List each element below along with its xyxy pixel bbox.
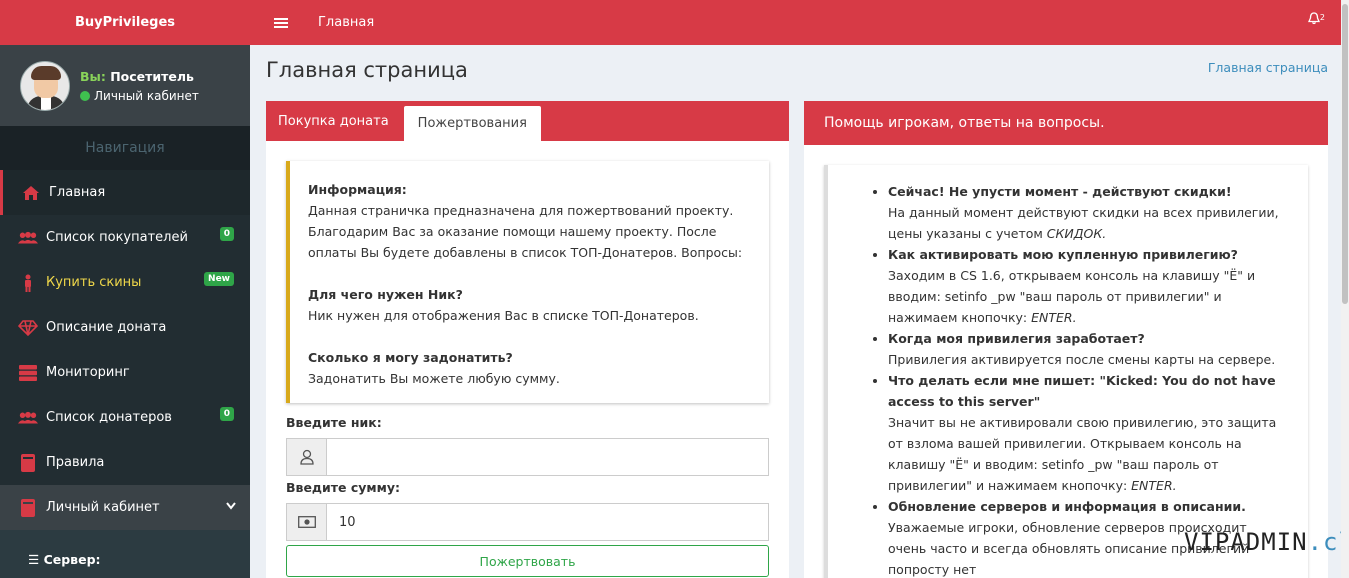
sub-server: ☰ Сервер:: [0, 530, 250, 578]
donate-button[interactable]: Пожертвовать: [286, 545, 769, 577]
user-panel: Вы: Посетитель Личный кабинет: [0, 45, 250, 126]
person-icon: [18, 274, 38, 292]
sidebar-item-rules[interactable]: Правила: [0, 440, 250, 485]
count-badge: 0: [219, 407, 234, 421]
user-cabinet-link[interactable]: Личный кабинет: [80, 89, 199, 103]
info-text: Данная страничка предназначена для пожер…: [308, 203, 743, 260]
faq-question: Сколько я могу задонатить?: [308, 350, 513, 365]
info-title: Информация:: [308, 182, 407, 197]
page-title: Главная страница: [266, 58, 468, 82]
brand-logo[interactable]: BuyPrivileges: [0, 0, 250, 45]
tab-donations[interactable]: Пожертвования: [403, 106, 541, 141]
sidebar-item-monitoring[interactable]: Мониторинг: [0, 350, 250, 395]
tab-buy-donate[interactable]: Покупка доната: [266, 101, 401, 141]
list-item: Когда моя привилегия заработает?Привилег…: [888, 328, 1288, 370]
list-item: Что делать если мне пишет: "Kicked: You …: [888, 370, 1288, 496]
nick-label: Введите ник:: [286, 415, 382, 430]
breadcrumb[interactable]: Главная страница: [1208, 60, 1328, 75]
list-item: Сейчас! Не упусти момент - действуют ски…: [888, 181, 1288, 244]
tab-bar: Покупка доната Пожертвования: [266, 101, 789, 141]
count-badge: 0: [219, 227, 234, 241]
bell-icon: [1307, 12, 1320, 25]
donation-box: Покупка доната Пожертвования Информация:…: [266, 101, 789, 578]
home-icon: [21, 185, 41, 201]
faq-answer: Ник нужен для отображения Вас в списке Т…: [308, 308, 699, 323]
info-callout: Информация: Данная страничка предназначе…: [286, 161, 769, 403]
new-badge: New: [204, 272, 234, 286]
online-status-icon: [80, 90, 90, 101]
top-title: Главная: [318, 15, 375, 30]
nav-header: Навигация: [0, 126, 250, 170]
chevron-down-icon: [226, 499, 236, 513]
server-icon: [18, 364, 38, 381]
sidebar-item-skins[interactable]: Купить скины New: [0, 260, 250, 305]
page-scrollbar[interactable]: [1341, 0, 1349, 578]
book-icon: [18, 498, 38, 517]
help-title: Помощь игрокам, ответы на вопросы.: [804, 101, 1328, 145]
sum-label: Введите сумму:: [286, 480, 400, 495]
users-icon: [18, 411, 38, 425]
sidebar: BuyPrivileges Вы: Посетитель Личный каби…: [0, 0, 250, 578]
server-list-icon: ☰: [28, 552, 40, 567]
faq-panel: Сейчас! Не упусти момент - действуют ски…: [824, 165, 1308, 578]
user-icon: [287, 439, 327, 475]
sidebar-item-donate-description[interactable]: Описание доната: [0, 305, 250, 350]
nick-input[interactable]: [327, 439, 768, 475]
sidebar-item-donators[interactable]: Список донатеров 0: [0, 395, 250, 440]
sidebar-item-buyers[interactable]: Список покупателей 0: [0, 215, 250, 260]
book-icon: [18, 453, 38, 472]
avatar: [20, 60, 70, 111]
menu-toggle-icon[interactable]: [274, 17, 288, 28]
help-box: Помощь игрокам, ответы на вопросы. Сейча…: [804, 101, 1328, 578]
top-bar: Главная 2: [250, 0, 1349, 45]
faq-answer: Задонатить Вы можете любую сумму.: [308, 371, 560, 386]
money-icon: [287, 504, 327, 540]
faq-question: Для чего нужен Ник?: [308, 287, 463, 302]
sum-input[interactable]: [327, 504, 768, 540]
notification-count: 2: [1319, 13, 1325, 22]
sidebar-item-cabinet[interactable]: Личный кабинет: [0, 485, 250, 530]
watermark: VIPADMIN.club: [1184, 528, 1349, 556]
users-icon: [18, 231, 38, 245]
notifications-bell[interactable]: 2: [1307, 12, 1325, 28]
user-role: Вы: Посетитель: [80, 68, 194, 84]
sidebar-item-home[interactable]: Главная: [0, 170, 250, 215]
diamond-icon: [18, 319, 38, 336]
nick-input-group: [286, 438, 769, 476]
list-item: Как активировать мою купленную привилеги…: [888, 244, 1288, 328]
sum-input-group: [286, 503, 769, 541]
